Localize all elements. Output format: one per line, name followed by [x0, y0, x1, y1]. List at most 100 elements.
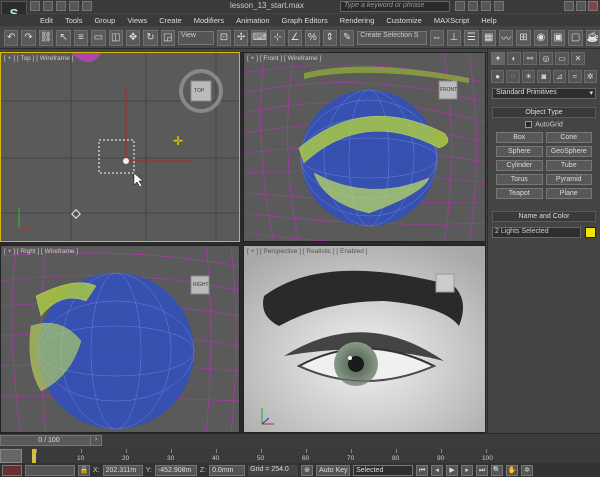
- menu-graph-editors[interactable]: Graph Editors: [276, 14, 334, 26]
- plane-button[interactable]: Plane: [545, 188, 592, 200]
- render-production-button[interactable]: ☕: [585, 29, 600, 46]
- open-file-icon[interactable]: [43, 1, 53, 11]
- next-frame-icon[interactable]: ▸: [461, 464, 474, 476]
- rotate-button[interactable]: ↻: [143, 29, 158, 46]
- add-time-tag-icon[interactable]: ⊕: [301, 464, 314, 476]
- maxscript-listener-icon[interactable]: [2, 464, 22, 476]
- new-file-icon[interactable]: [30, 1, 40, 11]
- viewport-perspective[interactable]: [ + ] [ Perspective ] [ Realistic ] [ En…: [243, 245, 486, 433]
- auto-key-button[interactable]: Auto Key: [316, 464, 351, 476]
- rectangular-selection-button[interactable]: ▭: [91, 29, 106, 46]
- curve-editor-button[interactable]: 〰: [498, 29, 514, 46]
- play-icon[interactable]: ▶: [446, 464, 459, 476]
- menu-modifiers[interactable]: Modifiers: [188, 14, 230, 26]
- select-link-button[interactable]: ⛓: [38, 29, 54, 46]
- lights-icon[interactable]: ☀: [521, 70, 536, 83]
- align-button[interactable]: ⊥: [446, 29, 462, 46]
- search-input[interactable]: Type a keyword or phrase: [340, 1, 450, 12]
- edit-named-sets-button[interactable]: ✎: [339, 29, 355, 46]
- menu-views[interactable]: Views: [121, 14, 153, 26]
- viewport-right-label[interactable]: [ + ] [ Right ] [ Wireframe ]: [4, 248, 78, 255]
- primitive-category-select[interactable]: Standard Primitives ▾: [492, 88, 596, 99]
- render-setup-button[interactable]: ▣: [551, 29, 566, 46]
- cameras-icon[interactable]: ◙: [537, 70, 551, 83]
- mini-curve-editor-icon[interactable]: [0, 449, 22, 463]
- material-editor-button[interactable]: ◉: [533, 29, 549, 46]
- pyramid-button[interactable]: Pyramid: [545, 174, 592, 186]
- select-manipulate-button[interactable]: ✢: [234, 29, 249, 46]
- modify-tab-icon[interactable]: ◐: [507, 52, 521, 65]
- display-tab-icon[interactable]: ▭: [555, 52, 569, 65]
- z-coordinate-field[interactable]: 0.0mm: [209, 464, 246, 476]
- orbit-icon[interactable]: ✲: [521, 464, 534, 476]
- viewcube-front-label[interactable]: FRONT: [440, 87, 457, 93]
- mirror-button[interactable]: ⇔: [429, 29, 444, 46]
- autogrid-checkbox-row[interactable]: AutoGrid: [488, 121, 600, 128]
- go-to-start-icon[interactable]: ⏮: [416, 464, 429, 476]
- go-to-end-icon[interactable]: ⏭: [476, 464, 489, 476]
- angle-snap-button[interactable]: ∠: [287, 29, 303, 46]
- window-crossing-button[interactable]: ◫: [108, 29, 123, 46]
- menu-create[interactable]: Create: [153, 14, 188, 26]
- zoom-icon[interactable]: 🔍: [491, 464, 504, 476]
- menu-help[interactable]: Help: [475, 14, 502, 26]
- layer-manager-button[interactable]: ☰: [464, 29, 479, 46]
- move-button[interactable]: ✥: [125, 29, 141, 46]
- viewport-top[interactable]: ✛ [ + ] [ Top ] [ Wireframe ] TOP: [0, 52, 240, 242]
- reference-coordinate-select[interactable]: View: [177, 30, 214, 45]
- pan-hand-icon[interactable]: ✋: [506, 464, 519, 476]
- undo-button[interactable]: ↶: [4, 29, 19, 46]
- keyboard-shortcut-button[interactable]: ⌨: [251, 29, 268, 46]
- close-icon[interactable]: [588, 1, 598, 11]
- search-icon[interactable]: [455, 1, 465, 11]
- viewcube-right-label[interactable]: RIGHT: [193, 282, 209, 288]
- snaps-toggle-button[interactable]: ⊹: [270, 29, 285, 46]
- space-warps-icon[interactable]: ≈: [568, 70, 582, 83]
- menu-maxscript[interactable]: MAXScript: [428, 14, 475, 26]
- maximize-icon[interactable]: [576, 1, 586, 11]
- percent-snap-button[interactable]: %: [305, 29, 320, 46]
- object-type-rollout-header[interactable]: Object Type: [492, 107, 596, 118]
- teapot-button[interactable]: Teapot: [496, 188, 543, 200]
- viewcube-top-label[interactable]: TOP: [194, 88, 204, 94]
- helpers-icon[interactable]: ⊿: [552, 70, 567, 83]
- torus-button[interactable]: Torus: [496, 174, 543, 186]
- viewport-front-label[interactable]: [ + ] [ Front ] [ Wireframe ]: [247, 55, 321, 62]
- key-filter-select[interactable]: Selected: [353, 464, 414, 476]
- viewport-perspective-label[interactable]: [ + ] [ Perspective ] [ Realistic ] [ En…: [247, 248, 368, 255]
- track-bar[interactable]: 0 10 20 30 40 50 60 70 80 90 100: [0, 449, 600, 463]
- geosphere-button[interactable]: GeoSphere: [545, 146, 592, 158]
- graphite-modeling-button[interactable]: ▦: [481, 29, 496, 46]
- name-and-color-rollout-header[interactable]: Name and Color: [492, 211, 596, 223]
- favorites-icon[interactable]: [481, 1, 491, 11]
- autogrid-checkbox[interactable]: [525, 121, 533, 128]
- schematic-view-button[interactable]: ⊞: [516, 29, 531, 46]
- menu-rendering[interactable]: Rendering: [334, 14, 381, 26]
- selection-lock-icon[interactable]: 🔒: [78, 464, 90, 476]
- viewport-front[interactable]: [ + ] [ Front ] [ Wireframe ] FRONT: [243, 52, 486, 242]
- save-file-icon[interactable]: [56, 1, 66, 11]
- select-by-name-button[interactable]: ≡: [73, 29, 89, 46]
- menu-tools[interactable]: Tools: [59, 14, 89, 26]
- x-coordinate-field[interactable]: 202.311m: [102, 464, 143, 476]
- render-frame-button[interactable]: ▢: [568, 29, 583, 46]
- named-selection-set-select[interactable]: Create Selection S: [357, 30, 427, 45]
- create-tab-icon[interactable]: ✦: [491, 52, 505, 65]
- object-name-field[interactable]: 2 Lights Selected: [492, 227, 581, 239]
- shapes-icon[interactable]: ◌: [506, 70, 520, 83]
- pivot-center-button[interactable]: ⊡: [216, 29, 232, 46]
- slider-next-icon[interactable]: ›: [90, 435, 102, 446]
- scale-button[interactable]: ◲: [160, 29, 175, 46]
- spinner-snap-button[interactable]: ⇕: [322, 29, 337, 46]
- y-coordinate-field[interactable]: -452.908m: [154, 464, 197, 476]
- menu-edit[interactable]: Edit: [34, 14, 59, 26]
- cylinder-button[interactable]: Cylinder: [496, 160, 543, 172]
- geometry-icon[interactable]: ●: [491, 70, 505, 83]
- object-color-swatch[interactable]: [585, 227, 596, 239]
- menu-group[interactable]: Group: [88, 14, 121, 26]
- minimize-icon[interactable]: [564, 1, 574, 11]
- cone-button[interactable]: Cone: [545, 132, 592, 144]
- redo-button[interactable]: ↷: [21, 29, 36, 46]
- select-object-button[interactable]: ↖: [56, 29, 71, 46]
- utilities-tab-icon[interactable]: ✕: [571, 52, 585, 65]
